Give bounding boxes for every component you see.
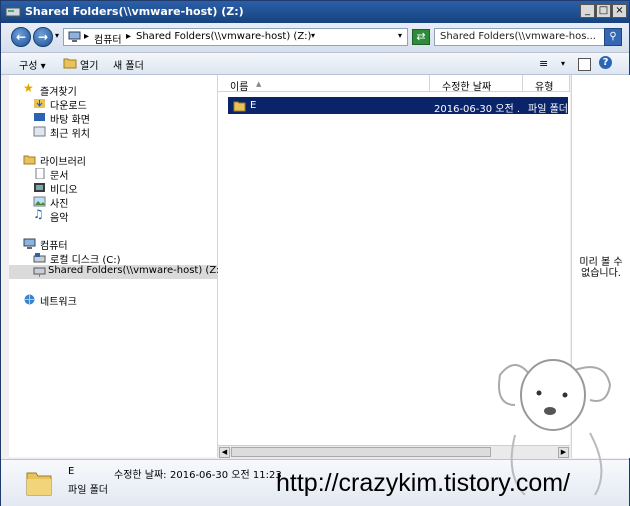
nav-network-label: 네트워크	[40, 297, 77, 308]
star-icon: ★	[23, 81, 34, 95]
nav-item-shared-folders[interactable]: Shared Folders(\\vmware-host) (Z:)	[9, 265, 223, 279]
music-icon: ♫	[33, 207, 44, 221]
recent-places-icon	[33, 126, 46, 137]
search-icon[interactable]: ⚲	[604, 28, 622, 46]
table-row[interactable]: E 2016-06-30 오전 ... 파일 폴더	[228, 97, 568, 115]
address-row: ← → ▾ ▸ 컴퓨터 ▸ Shared Folders(\\vmware-ho…	[1, 23, 629, 53]
search-input[interactable]: Shared Folders(\\vmware-hos... ⚲	[434, 28, 622, 46]
details-modified-label: 수정한 날짜:	[114, 470, 167, 481]
command-bar: 구성 ▾ 열기 새 폴더 ≡ ▾ ?	[1, 53, 629, 75]
computer-icon	[68, 31, 81, 42]
details-modified-value: 2016-06-30 오전 11:23	[170, 470, 282, 481]
row-name: E	[250, 100, 257, 111]
nav-item-label: 비디오	[50, 185, 78, 196]
address-history-icon[interactable]: ▾	[398, 31, 402, 40]
search-placeholder: Shared Folders(\\vmware-hos...	[440, 31, 596, 42]
sort-ascending-icon: ▲	[256, 80, 262, 88]
breadcrumb-separator-icon[interactable]: ▸	[84, 31, 89, 42]
desktop-icon	[34, 113, 45, 121]
row-type: 파일 폴더	[528, 104, 568, 115]
refresh-button[interactable]: ⇄	[412, 29, 430, 45]
video-icon	[34, 183, 45, 192]
window-title: Shared Folders(\\vmware-host) (Z:)	[25, 5, 244, 18]
breadcrumb-shared-folders[interactable]: Shared Folders(\\vmware-host) (Z:)	[136, 31, 311, 42]
document-icon	[35, 168, 45, 179]
nav-computer-label: 컴퓨터	[40, 241, 68, 252]
column-label: 유형	[535, 82, 554, 93]
folder-icon	[26, 472, 52, 496]
breadcrumb-separator-icon[interactable]: ▸	[126, 31, 131, 42]
view-options-icon[interactable]: ≡	[539, 57, 548, 70]
computer-icon	[23, 238, 36, 249]
history-dropdown-icon[interactable]: ▾	[55, 31, 59, 40]
download-icon	[34, 99, 45, 108]
new-folder-button[interactable]: 새 폴더	[113, 57, 144, 72]
minimize-button[interactable]: _	[580, 4, 595, 18]
help-icon[interactable]: ?	[599, 56, 612, 69]
nav-favorites-label: 즐겨찾기	[40, 87, 77, 98]
scrollbar-thumb[interactable]	[231, 447, 491, 457]
open-folder-icon	[63, 58, 77, 69]
nav-item-label: 로컬 디스크 (C:)	[50, 255, 121, 266]
nav-item-label: 음악	[50, 213, 69, 224]
drive-icon	[5, 7, 21, 17]
nav-item-label: 다운로드	[50, 101, 87, 112]
nav-item-label: 사진	[50, 199, 69, 210]
column-header-modified[interactable]: 수정한 날짜	[430, 75, 523, 93]
details-name: E	[68, 466, 75, 477]
network-icon	[24, 294, 35, 305]
column-header-type[interactable]: 유형	[523, 75, 570, 93]
local-disk-icon	[33, 253, 46, 263]
nav-item-label: 바탕 화면	[50, 115, 90, 126]
breadcrumb-computer[interactable]: 컴퓨터	[94, 31, 122, 46]
details-type: 파일 폴더	[68, 485, 108, 496]
nav-item-label: 최근 위치	[50, 129, 90, 140]
address-bar[interactable]: ▸ 컴퓨터 ▸ Shared Folders(\\vmware-host) (Z…	[63, 28, 408, 46]
navigation-pane: ★ 즐겨찾기 다운로드 바탕 화면 최근 위치 라이브러리 문서 비디오 사진 …	[9, 75, 223, 457]
organize-label: 구성	[19, 61, 38, 72]
picture-icon	[33, 196, 46, 207]
forward-button[interactable]: →	[33, 27, 53, 47]
back-button[interactable]: ←	[11, 27, 31, 47]
preview-message: 미리 볼 수 없습니다.	[579, 257, 623, 279]
folder-icon	[233, 101, 246, 112]
open-button[interactable]: 열기	[80, 57, 98, 72]
row-modified: 2016-06-30 오전 ...	[434, 104, 520, 115]
nav-item-label: Shared Folders(\\vmware-host) (Z:)	[48, 265, 224, 276]
title-bar[interactable]: Shared Folders(\\vmware-host) (Z:) _ □ ×	[1, 1, 629, 23]
preview-pane-icon[interactable]	[578, 58, 591, 71]
scroll-left-icon[interactable]: ◀	[219, 447, 230, 458]
maximize-button[interactable]: □	[596, 4, 611, 18]
organize-button[interactable]: 구성 ▾	[19, 57, 46, 72]
nav-item-label: 문서	[50, 171, 69, 182]
nav-libraries-label: 라이브러리	[40, 157, 86, 168]
network-drive-icon	[33, 267, 46, 277]
breadcrumb-dropdown-icon[interactable]: ▾	[311, 31, 315, 40]
view-dropdown-icon[interactable]: ▾	[561, 59, 565, 68]
column-header-name[interactable]: 이름 ▲	[218, 75, 430, 93]
close-button[interactable]: ×	[612, 4, 627, 18]
watermark-text: http://crazykim.tistory.com/	[276, 469, 571, 497]
column-label: 수정한 날짜	[442, 82, 492, 93]
column-label: 이름	[230, 82, 249, 93]
library-icon	[23, 155, 36, 165]
